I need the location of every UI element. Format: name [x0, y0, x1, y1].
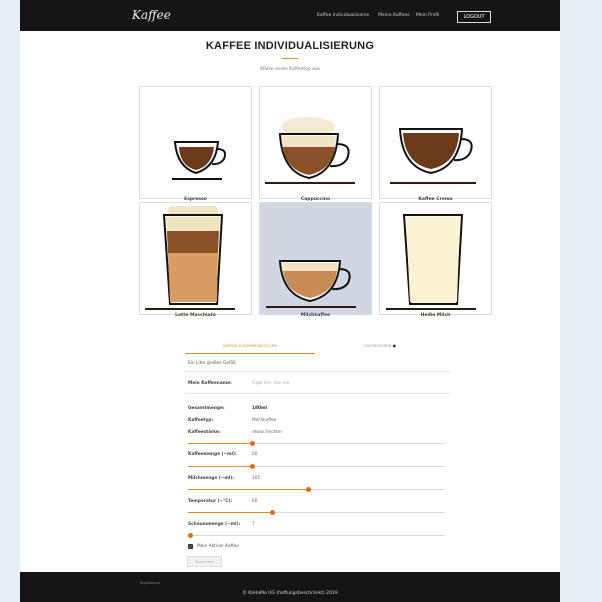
- coffee-card-label: Latte Macchiato: [175, 313, 216, 318]
- slider-thumb[interactable]: [249, 441, 255, 446]
- save-button[interactable]: Speichern: [187, 556, 222, 567]
- slider-fill: [188, 512, 273, 513]
- coffee-amount-label: Kaffeemenge (~ml):: [188, 452, 237, 457]
- configuration-tabs: KAFFEE ZUSAMMENSTELLEN FAVORISIEREN ●: [185, 342, 455, 354]
- tab-favorite-label: FAVORISIEREN: [364, 343, 392, 348]
- coffee-card-cappuccino[interactable]: Cappuccino: [259, 86, 372, 202]
- tab-favorite[interactable]: FAVORISIEREN ●: [325, 342, 435, 353]
- slider-thumb[interactable]: [306, 487, 312, 492]
- footer: Impressum © KaHaMo UG (haftungsbeschränk…: [20, 572, 560, 602]
- coffee-card-milchkaffee[interactable]: Milchkaffee: [259, 202, 372, 318]
- coffee-amount-value: 60: [252, 452, 258, 457]
- milk-coffee-bowl-icon: [266, 260, 356, 308]
- slider-thumb[interactable]: [188, 533, 193, 538]
- coffee-name-label: Mein Kaffeename:: [188, 381, 232, 386]
- slider-fill: [188, 489, 309, 490]
- nav-link-profile[interactable]: Mein Profil: [416, 13, 439, 18]
- coffee-card-espresso[interactable]: Espresso: [139, 86, 252, 202]
- active-coffee-checkbox[interactable]: ✓: [188, 544, 193, 549]
- tab-compose[interactable]: KAFFEE ZUSAMMENSTELLEN: [185, 342, 315, 354]
- coffee-name-input[interactable]: Füge hier den ein: [252, 381, 289, 386]
- top-navigation-bar: Kaffee Kaffee individualisieren Meine Ka…: [20, 0, 560, 31]
- coffee-card-label: Heiße Milch: [420, 313, 451, 318]
- total-amount-label: Gesamtmenge:: [188, 406, 225, 411]
- page-subtitle: Wähle einen Kaffeetyp aus: [259, 67, 321, 72]
- copyright-text: © KaHaMo UG (haftungsbeschränkt) 2019: [242, 591, 338, 596]
- logo[interactable]: Kaffee: [132, 8, 171, 22]
- coffee-strength-value: etwas leichter: [252, 430, 283, 435]
- coffee-strength-label: Kaffeestärke:: [188, 430, 221, 435]
- strength-slider[interactable]: [188, 441, 445, 446]
- foam-amount-slider[interactable]: [188, 533, 445, 538]
- temperature-slider[interactable]: [188, 510, 445, 515]
- active-coffee-label: Mein Aktiver Kaffee: [197, 544, 239, 549]
- slider-fill: [188, 443, 253, 444]
- coffee-card-kaffee-crema[interactable]: Kaffee Crema: [379, 86, 492, 202]
- slider-fill: [188, 466, 253, 467]
- slider-thumb[interactable]: [270, 510, 276, 515]
- espresso-cup-icon: [172, 141, 227, 180]
- divider: [185, 393, 450, 394]
- latte-glass-icon: [145, 206, 235, 310]
- slider-thumb[interactable]: [249, 464, 255, 469]
- nav-link-my-coffees[interactable]: Meine Kaffees: [378, 13, 410, 18]
- cup-size-text: Ein Liter großes Gefäß: [188, 361, 236, 366]
- temperature-value: 60: [252, 499, 258, 504]
- temperature-label: Temperatur (~°C):: [188, 499, 233, 504]
- coffee-amount-slider[interactable]: [188, 464, 445, 469]
- imprint-link[interactable]: Impressum: [140, 581, 160, 585]
- page-title: KAFFEE INDIVIDUALISIERUNG: [205, 40, 375, 52]
- coffee-type-value: Milchkaffee: [252, 418, 277, 423]
- coffee-card-heisse-milch[interactable]: Heiße Milch: [379, 202, 492, 318]
- total-amount-value: 180ml: [252, 406, 267, 411]
- milk-amount-value: 105: [252, 476, 261, 481]
- cappuccino-cup-icon: [265, 117, 355, 184]
- title-underline: [282, 58, 298, 59]
- coffee-type-label: Kaffeetyp:: [188, 418, 214, 423]
- crema-cup-icon: [390, 128, 476, 184]
- coffee-card-latte-macchiato[interactable]: Latte Macchiato: [139, 202, 252, 318]
- coffee-card-label: Milchkaffee: [300, 313, 331, 318]
- hot-milk-glass-icon: [386, 214, 476, 310]
- milk-amount-label: Milchmenge (~ml):: [188, 476, 234, 481]
- page: Kaffee Kaffee individualisieren Meine Ka…: [20, 0, 560, 602]
- milk-amount-slider[interactable]: [188, 487, 445, 492]
- foam-amount-label: Schaummenge (~ml):: [188, 522, 241, 527]
- divider: [185, 371, 450, 372]
- nav-link-customize[interactable]: Kaffee individualisieren: [317, 13, 370, 18]
- foam-amount-value: 7: [252, 522, 255, 527]
- logout-button[interactable]: LOGOUT: [457, 11, 491, 23]
- heart-icon: ●: [392, 343, 396, 348]
